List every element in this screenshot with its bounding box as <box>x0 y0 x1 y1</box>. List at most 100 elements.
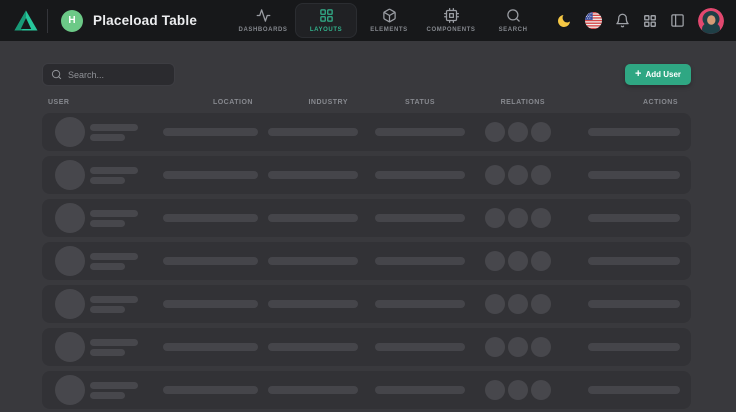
skeleton-bar <box>375 171 465 179</box>
nav-item-elements[interactable]: ELEMENTS <box>359 0 419 41</box>
search-icon <box>506 8 521 23</box>
table-body <box>42 113 691 409</box>
cell-relations <box>485 208 567 228</box>
cell-user <box>55 375 163 405</box>
skeleton-line <box>90 382 138 389</box>
nav-item-label: SEARCH <box>499 27 528 33</box>
user-avatar[interactable] <box>698 8 724 34</box>
cell-status <box>375 214 485 222</box>
column-header-actions: ACTIONS <box>560 99 678 106</box>
cell-industry <box>268 128 375 136</box>
skeleton-bar <box>268 171 358 179</box>
column-header-relations: RELATIONS <box>478 99 560 106</box>
cell-actions <box>567 343 680 351</box>
skeleton-bar <box>375 128 465 136</box>
skeleton-relation-circle <box>485 294 505 314</box>
moon-icon <box>556 13 572 29</box>
cell-industry <box>268 214 375 222</box>
cell-location <box>163 214 268 222</box>
skeleton-bar <box>375 386 465 394</box>
skeleton-bar <box>163 257 258 265</box>
skeleton-user-lines <box>90 210 138 227</box>
search-input[interactable] <box>68 70 166 80</box>
nav-item-label: LAYOUTS <box>310 27 342 33</box>
page-title: Placeload Table <box>93 13 197 28</box>
table-row-placeholder <box>42 156 691 194</box>
table-header: USER LOCATION INDUSTRY STATUS RELATIONS … <box>42 95 691 109</box>
skeleton-bar <box>268 257 358 265</box>
skeleton-line <box>90 134 125 141</box>
notifications-button[interactable] <box>615 13 630 28</box>
cell-user <box>55 246 163 276</box>
skeleton-line <box>90 349 125 356</box>
skeleton-relation-circle <box>531 165 551 185</box>
column-header-status: STATUS <box>368 99 478 106</box>
skeleton-relation-circle <box>508 208 528 228</box>
cell-actions <box>567 386 680 394</box>
skeleton-line <box>90 392 125 399</box>
column-header-user: USER <box>48 99 156 106</box>
dark-mode-toggle[interactable] <box>556 13 572 29</box>
skeleton-avatar <box>55 375 85 405</box>
nav-item-components[interactable]: COMPONENTS <box>421 0 481 41</box>
cell-status <box>375 257 485 265</box>
cell-actions <box>567 214 680 222</box>
apps-button[interactable] <box>643 14 657 28</box>
skeleton-bar <box>375 343 465 351</box>
skeleton-user-lines <box>90 339 138 356</box>
box-icon <box>382 8 397 23</box>
cell-location <box>163 343 268 351</box>
skeleton-relation-circle <box>485 380 505 400</box>
skeleton-relation-circle <box>485 122 505 142</box>
nav-item-dashboards[interactable]: DASHBOARDS <box>233 0 293 41</box>
skeleton-relation-circle <box>508 337 528 357</box>
skeleton-bar <box>163 214 258 222</box>
skeleton-bar <box>588 171 680 179</box>
skeleton-relation-circle <box>531 337 551 357</box>
cell-industry <box>268 257 375 265</box>
language-selector[interactable] <box>585 12 602 29</box>
skeleton-relation-circle <box>531 251 551 271</box>
skeleton-relation-circle <box>531 294 551 314</box>
nav-item-search[interactable]: SEARCH <box>483 0 543 41</box>
search-box <box>42 63 175 86</box>
add-user-button[interactable]: + Add User <box>625 64 691 85</box>
cell-relations <box>485 122 567 142</box>
skeleton-avatar <box>55 332 85 362</box>
skeleton-user-lines <box>90 296 138 313</box>
sidebar-toggle-button[interactable] <box>670 13 685 28</box>
cell-relations <box>485 294 567 314</box>
activity-icon <box>256 8 271 23</box>
skeleton-avatar <box>55 289 85 319</box>
skeleton-line <box>90 253 138 260</box>
skeleton-line <box>90 220 125 227</box>
cell-location <box>163 171 268 179</box>
skeleton-relation-circle <box>485 208 505 228</box>
cell-user <box>55 332 163 362</box>
skeleton-relation-circle <box>508 122 528 142</box>
cell-status <box>375 171 485 179</box>
toolbar: + Add User <box>42 63 691 86</box>
cell-relations <box>485 337 567 357</box>
brand-logo-icon[interactable] <box>14 10 38 31</box>
nav-item-layouts[interactable]: LAYOUTS <box>295 3 357 38</box>
skeleton-relation-circle <box>485 165 505 185</box>
main-content: + Add User USER LOCATION INDUSTRY STATUS… <box>0 41 736 409</box>
skeleton-user-lines <box>90 124 138 141</box>
skeleton-relation-circle <box>508 380 528 400</box>
skeleton-bar <box>163 343 258 351</box>
skeleton-avatar <box>55 203 85 233</box>
cell-industry <box>268 386 375 394</box>
cpu-icon <box>444 8 459 23</box>
skeleton-bar <box>375 257 465 265</box>
table-row-placeholder <box>42 242 691 280</box>
cell-location <box>163 300 268 308</box>
skeleton-user-lines <box>90 167 138 184</box>
skeleton-line <box>90 210 138 217</box>
nav-item-label: DASHBOARDS <box>239 27 288 33</box>
skeleton-bar <box>588 300 680 308</box>
skeleton-bar <box>163 171 258 179</box>
skeleton-line <box>90 124 138 131</box>
skeleton-bar <box>268 343 358 351</box>
cell-location <box>163 257 268 265</box>
